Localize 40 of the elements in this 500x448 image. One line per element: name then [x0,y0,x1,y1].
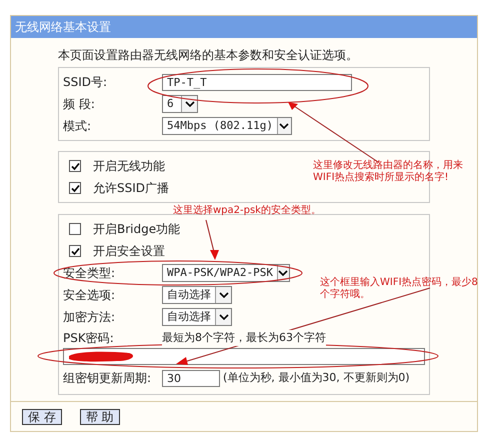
field-label: 安全类型: [62,265,116,282]
annotation-note: 这个框里输入WIFI热点密码，最少8 个字符哦。 [320,277,478,301]
ssid-field[interactable]: TP-T_T [162,74,352,90]
field-label: 频 段: [62,96,96,113]
annotation-arrow [206,220,219,260]
hint-text: (单位为秒, 最小值为30, 不更新则为0) [223,370,410,386]
field-label: 模式: [62,118,92,135]
dropdown[interactable]: 自动选择 [162,286,232,304]
checkbox-label: 开启Bridge功能 [93,221,180,238]
field-label: PSK密码: [62,330,115,347]
checkbox[interactable] [69,245,81,257]
chevron-down-icon [279,122,290,130]
dropdown[interactable]: 54Mbps (802.11g) [162,117,292,135]
chevron-down-icon [218,292,228,298]
dropdown[interactable]: 自动选择 [162,308,232,326]
dropdown[interactable]: WPA-PSK/WPA2-PSK [162,264,290,282]
field-label: 安全选项: [62,287,116,304]
field-label: 组密钥更新周期: [62,370,152,387]
chevron-down-icon [278,270,288,276]
hint-text: 最短为8个字符，最长为63个字符 [162,330,326,346]
dropdown[interactable]: 6 [162,95,198,113]
chevron-down-icon [184,100,194,108]
annotation-note: 这里修改无线路由器的名称，用来 WIFI热点搜索时所显示的名字! [313,160,463,184]
intro-text: 本页面设置路由器无线网络的基本参数和安全认证选项。 [58,47,359,64]
password-field[interactable] [63,348,425,365]
checkbox[interactable] [69,223,81,235]
window-title: 无线网络基本设置 [11,16,477,38]
annotation-note: 这里选择wpa2-psk的安全类型。 [173,205,321,217]
chevron-down-icon [218,314,228,320]
field-label: 加密方法: [62,309,116,326]
field-label: SSID号: [62,74,108,91]
input-field[interactable]: 30 [162,370,220,386]
checkbox-label: 允许SSID广播 [93,180,170,197]
checkbox-label: 开启安全设置 [93,243,165,260]
redaction-mark [67,351,135,362]
toolbar-button[interactable]: 保 存 [22,408,62,424]
checkbox[interactable] [69,160,81,172]
checkbox-label: 开启无线功能 [93,158,165,175]
toolbar-button[interactable]: 帮 助 [80,408,120,424]
checkbox[interactable] [69,182,81,194]
